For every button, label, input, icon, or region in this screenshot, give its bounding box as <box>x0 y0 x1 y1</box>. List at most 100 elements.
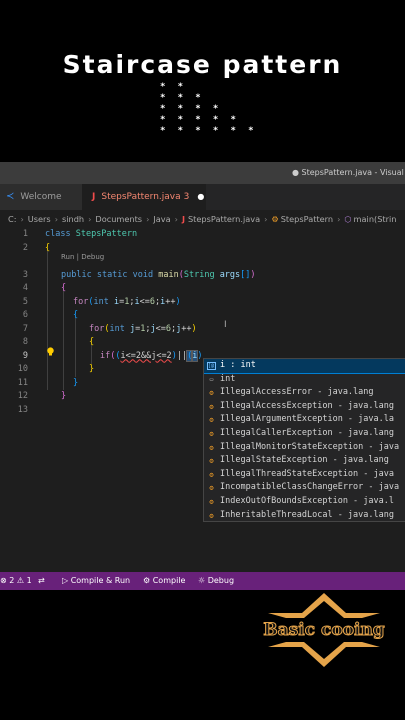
line-number: 3 <box>22 269 28 280</box>
line-number: 13 <box>17 404 28 415</box>
suggestion-item[interactable]: ⚙ IncompatibleClassChangeError - java <box>204 481 405 495</box>
code-editor[interactable]: 1 2 3 4 5 6 7 8 9 10 11 12 13 class Step… <box>0 228 405 572</box>
autocomplete-suggestions[interactable]: [@] i : int ▭ int ⚙ IllegalAccessError - ja… <box>203 358 405 522</box>
suggestion-item[interactable]: ⚙ IndexOutOfBoundsException - java.l <box>204 495 405 509</box>
chevron-right-icon: › <box>337 214 341 224</box>
breadcrumb-item[interactable]: Users <box>28 214 51 224</box>
line-number: 4 <box>22 283 28 293</box>
class-icon: ⚙ <box>209 484 214 493</box>
problems-indicator[interactable]: ⊗ 2 ⚠ 1 <box>0 572 32 590</box>
warning-icon: ⚠ <box>16 576 25 585</box>
code-line: } <box>61 391 67 401</box>
channel-logo-text: Basic cooing <box>263 620 385 641</box>
breadcrumb-item[interactable]: Java <box>153 214 170 224</box>
line-number: 9 <box>22 350 28 361</box>
compile-run-button[interactable]: ▷ Compile & Run <box>62 572 130 590</box>
chevron-right-icon: › <box>174 214 178 224</box>
suggestion-item[interactable]: ⚙ IllegalStateException - java.lang <box>204 454 405 468</box>
class-icon: ⚙ <box>209 457 214 466</box>
window-titlebar: ● StepsPattern.java - Visual Stu <box>0 162 405 184</box>
gear-icon: ⚙ <box>143 576 151 585</box>
editor-tab-bar: ≺ Welcome J StepsPattern.java 3 ● <box>0 184 405 210</box>
class-icon: ⚙ <box>209 402 214 411</box>
suggestion-item[interactable]: [@] i : int <box>204 359 405 374</box>
class-icon: ⚙ <box>209 497 214 506</box>
text-cursor-icon: I <box>224 320 227 330</box>
code-line: public static void main(String args[]) <box>61 269 256 280</box>
indent-guide <box>75 317 76 377</box>
breadcrumb: C: › Users › sindh › Documents › Java › J StepsPatt… <box>0 210 405 228</box>
tab-label: StepsPattern.java <box>101 192 181 202</box>
chevron-right-icon: › <box>20 214 24 224</box>
line-number: 10 <box>17 364 28 374</box>
class-icon: ⚙ <box>209 511 214 520</box>
suggestion-item[interactable]: ⚙ InheritableThreadLocal - java.lang <box>204 509 405 521</box>
chevron-right-icon: › <box>264 214 268 224</box>
tab-label: Welcome <box>20 192 62 202</box>
vscode-window: ● StepsPattern.java - Visual Stu ≺ Welcom… <box>0 162 405 590</box>
suggestion-item[interactable]: ⚙ IllegalArgumentException - java.la <box>204 413 405 427</box>
vscode-logo-icon: ≺ <box>6 191 15 202</box>
window-title: ● StepsPattern.java - Visual Stu <box>292 168 405 177</box>
code-line: { <box>73 310 79 320</box>
breadcrumb-item[interactable]: sindh <box>62 214 84 224</box>
video-title: Staircase pattern <box>62 50 343 79</box>
class-icon: ⚙ <box>209 470 214 479</box>
suggestion-item[interactable]: ⚙ IllegalCallerException - java.lang <box>204 427 405 441</box>
keyword-icon: ▭ <box>209 375 214 383</box>
code-line: for(int i=1;i<=6;i++) <box>73 296 181 307</box>
code-line: for(int j=1;j<=6;j++) <box>89 323 197 334</box>
breadcrumb-item[interactable]: StepsPattern <box>281 214 333 224</box>
breadcrumb-item[interactable]: Documents <box>95 214 142 224</box>
line-number: 5 <box>22 296 28 307</box>
java-file-icon: J <box>181 214 185 224</box>
suggestion-item[interactable]: ⚙ IllegalAccessError - java.lang <box>204 386 405 400</box>
star-row: * * * * <box>160 104 222 114</box>
line-number: 8 <box>22 337 28 347</box>
line-number: 12 <box>17 391 28 401</box>
code-line: { <box>89 337 95 347</box>
code-line: { <box>45 242 51 253</box>
code-line: class StepsPattern <box>45 229 138 239</box>
star-row: * * * <box>160 93 205 103</box>
suggestion-item[interactable]: ⚙ IllegalAccessException - java.lang <box>204 400 405 414</box>
class-symbol-icon: ⚙ <box>271 214 279 224</box>
tab-stepspattern-java[interactable]: J StepsPattern.java 3 ● <box>82 184 206 210</box>
live-share-icon[interactable]: ⇄ <box>38 572 45 590</box>
indent-guide <box>47 250 48 390</box>
star-row: * * * * * * <box>160 126 258 136</box>
star-row: * * * * * <box>160 115 240 125</box>
compile-button[interactable]: ⚙ Compile <box>143 572 185 590</box>
code-line: { <box>61 283 67 293</box>
chevron-right-icon: › <box>54 214 58 224</box>
code-line: } <box>73 377 79 388</box>
class-icon: ⚙ <box>209 443 214 452</box>
class-icon: ⚙ <box>209 389 214 398</box>
star-pattern-preview: * * * * * * * * * * * * * * * * * * * * <box>160 82 254 138</box>
java-file-icon: J <box>92 192 96 202</box>
breadcrumb-item[interactable]: StepsPattern.java <box>188 214 260 224</box>
breadcrumb-item[interactable]: C: <box>8 214 16 224</box>
line-number: 11 <box>17 377 28 388</box>
lightbulb-icon[interactable] <box>46 347 55 356</box>
suggestion-item[interactable]: ⚙ IllegalMonitorStateException - java <box>204 441 405 455</box>
line-number: 1 <box>22 229 28 239</box>
class-icon: ⚙ <box>209 429 214 438</box>
problem-count-badge: 3 <box>183 192 190 202</box>
chevron-right-icon: › <box>146 214 150 224</box>
unsaved-dot-icon[interactable]: ● <box>197 192 204 201</box>
status-bar: ⊗ 2 ⚠ 1 ⇄ ▷ Compile & Run ⚙ Compile ☼ De… <box>0 572 405 590</box>
error-icon: ⊗ <box>0 576 7 585</box>
code-line-active: if((i<=2&&j<=2)||(i) <box>100 349 203 362</box>
suggestion-item[interactable]: ⚙ IllegalThreadStateException - java <box>204 468 405 482</box>
breadcrumb-item[interactable]: main(Strin <box>354 214 397 224</box>
debug-button[interactable]: ☼ Debug <box>198 572 234 590</box>
run-debug-codelens[interactable]: Run | Debug <box>61 252 104 263</box>
line-number: 2 <box>22 242 28 253</box>
bug-icon: ☼ <box>198 576 206 585</box>
tab-welcome[interactable]: ≺ Welcome <box>0 184 82 210</box>
play-icon: ▷ <box>62 576 69 585</box>
suggestion-item[interactable]: ▭ int <box>204 373 405 387</box>
class-icon: ⚙ <box>209 416 214 425</box>
line-number: 6 <box>22 310 28 320</box>
